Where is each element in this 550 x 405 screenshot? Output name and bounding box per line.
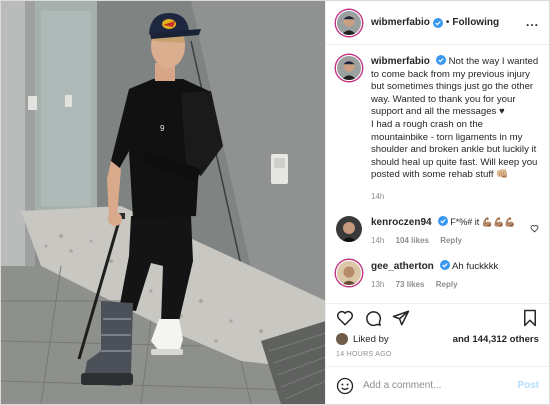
comment-username[interactable]: kenroczen94 (371, 217, 432, 228)
verified-badge-icon (437, 215, 448, 226)
add-comment-bar: Post (326, 366, 549, 404)
comment-username[interactable]: gee_atherton (371, 261, 434, 272)
caption-body: wibmerfabio Not the way I wanted to come… (371, 55, 539, 204)
following-button[interactable]: Following (452, 17, 499, 28)
comment-meta: 14h 104 likes Reply (371, 235, 539, 248)
heart-icon[interactable] (336, 309, 354, 327)
author-username[interactable]: wibmerfabio (371, 17, 430, 28)
avatar-image (337, 10, 361, 35)
caption-meta: 14h (371, 191, 539, 204)
comment-time[interactable]: 13h (371, 280, 384, 289)
post-sidebar: wibmerfabio • Following wibmerfabio Not … (325, 1, 549, 404)
author-avatar[interactable] (336, 9, 362, 36)
comment-row: gee_atherton Ah fuckkkk 13h 73 likes Rep… (336, 259, 539, 292)
comment-text: Ah fuckkkk (451, 260, 499, 272)
header-separator: • (445, 17, 450, 28)
likes-summary: Liked by and 144,312 others (326, 331, 549, 347)
comment-time[interactable]: 14h (371, 236, 384, 245)
comment-meta: 13h 73 likes Reply (371, 279, 539, 292)
post-photo[interactable]: 9 (1, 1, 325, 404)
comment-likes[interactable]: 73 likes (396, 280, 425, 289)
caption-username[interactable]: wibmerfabio (371, 56, 430, 67)
photo-illustration: 9 (1, 1, 325, 404)
verified-badge-icon (439, 259, 450, 270)
header-meta: wibmerfabio • Following (371, 17, 499, 28)
caption-text: Not the way I wanted to come back from m… (371, 56, 539, 181)
comment-input[interactable] (363, 380, 503, 391)
reply-button[interactable]: Reply (436, 280, 458, 289)
action-bar (326, 303, 549, 331)
comment-icon[interactable] (364, 309, 382, 327)
more-options-button[interactable]: ... (526, 15, 539, 29)
liker-avatar[interactable] (336, 333, 348, 345)
verified-badge-icon (432, 17, 443, 28)
commenter-avatar[interactable] (336, 215, 362, 242)
likes-count[interactable]: and 144,312 others (453, 334, 539, 345)
comment-list: wibmerfabio Not the way I wanted to come… (326, 45, 549, 303)
caption-time[interactable]: 14h (371, 192, 384, 201)
share-icon[interactable] (392, 309, 410, 327)
reply-button[interactable]: Reply (440, 236, 462, 245)
comment-body: gee_atherton Ah fuckkkk 13h 73 likes Rep… (371, 259, 539, 292)
caption-row: wibmerfabio Not the way I wanted to come… (336, 55, 539, 204)
caption-avatar[interactable] (336, 55, 362, 81)
svg-text:9: 9 (160, 124, 165, 133)
comment-body: kenroczen94 F*%# it 💪🏽💪🏽💪🏽 14h 104 likes… (371, 215, 539, 248)
bookmark-icon[interactable] (521, 309, 539, 327)
commenter-avatar[interactable] (336, 259, 362, 286)
comment-text: F*%# it 💪🏽💪🏽💪🏽 (450, 216, 516, 227)
avatar-image (337, 260, 361, 285)
avatar-image (336, 215, 362, 242)
comment-likes[interactable]: 104 likes (396, 236, 429, 245)
verified-badge-icon (435, 55, 446, 65)
post-comment-button[interactable]: Post (517, 380, 539, 391)
heart-icon[interactable] (530, 224, 539, 233)
instagram-post: 9 wibmerfabio • Following wibmerfabio No… (0, 0, 550, 405)
avatar-image (337, 56, 361, 80)
liked-by-label: Liked by (353, 333, 389, 345)
emoji-icon[interactable] (336, 377, 354, 395)
post-timestamp[interactable]: 14 HOURS AGO (326, 347, 549, 366)
comment-row: kenroczen94 F*%# it 💪🏽💪🏽💪🏽 14h 104 likes… (336, 215, 539, 248)
post-header: wibmerfabio • Following (326, 1, 549, 45)
